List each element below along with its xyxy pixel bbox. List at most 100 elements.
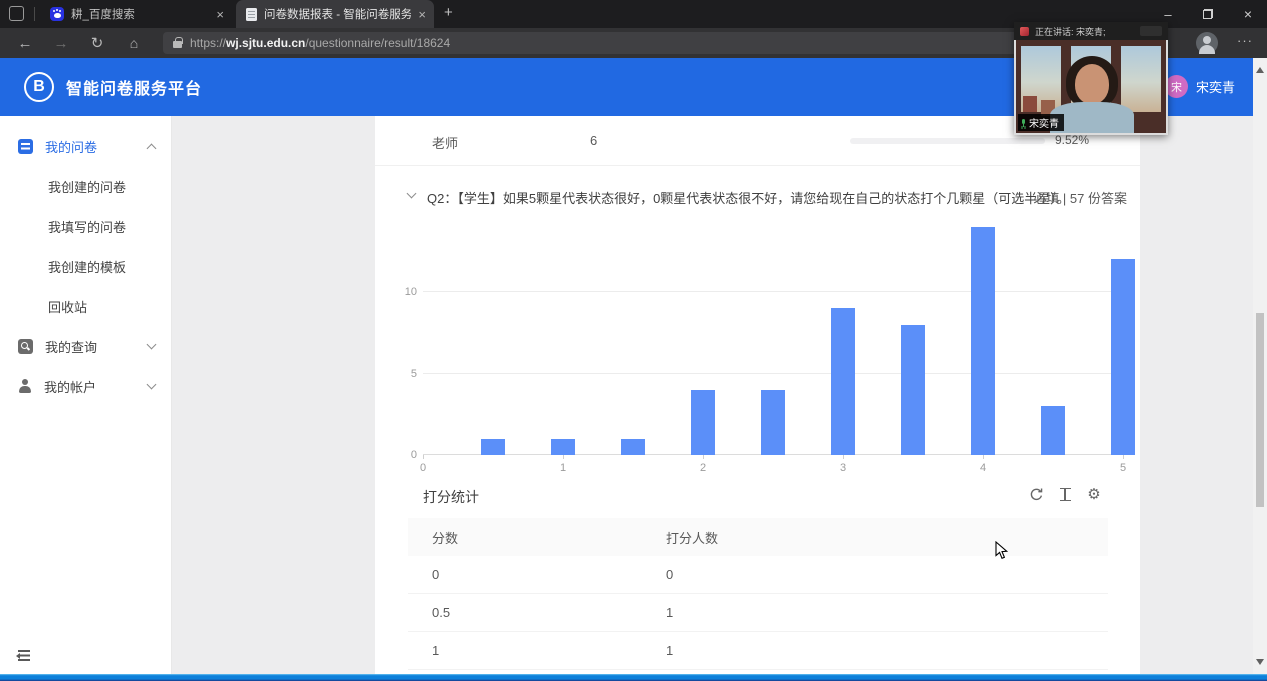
cell-score: 0	[408, 567, 666, 582]
chart-bar	[1041, 406, 1065, 455]
platform-logo-icon: B	[24, 72, 54, 102]
x-axis-label: 1	[560, 462, 566, 474]
home-icon[interactable]: ⌂	[119, 28, 149, 58]
forward-icon[interactable]: →	[46, 28, 76, 58]
form-icon	[18, 139, 33, 154]
tab-baidu-search[interactable]: 耕_百度搜索 ×	[40, 0, 232, 28]
browser-menu-icon[interactable]: ···	[1237, 33, 1253, 48]
sidebar-subitem[interactable]: 回收站	[0, 286, 171, 326]
sidebar-subitem[interactable]: 我填写的问卷	[0, 206, 171, 246]
row-label: 老师	[432, 133, 458, 152]
speaker-name-tag: 宋奕青	[1018, 114, 1064, 131]
cell-score: 1	[408, 643, 666, 658]
collapse-chevron-icon[interactable]	[407, 189, 417, 199]
mouse-cursor	[995, 541, 1008, 565]
url-text: https://wj.sjtu.edu.cn/questionnaire/res…	[190, 36, 450, 50]
back-icon[interactable]: ←	[10, 28, 40, 58]
question-header[interactable]: Q2：【学生】如果5颗星代表状态很好，0颗星代表状态很不好，请您给现在自己的状态…	[375, 180, 1140, 214]
user-icon	[18, 379, 32, 393]
window-pane	[1021, 46, 1061, 112]
chart-bar	[481, 439, 505, 455]
chevron-down-icon	[147, 380, 157, 390]
meeting-watermark	[1140, 26, 1162, 36]
chevron-up-icon	[147, 143, 157, 153]
tab-questionnaire-report[interactable]: 问卷数据报表 - 智能问卷服务平台 ×	[236, 0, 434, 28]
sidebar-item[interactable]: 我的帐户	[0, 366, 171, 406]
x-axis-label: 0	[420, 462, 426, 474]
x-axis-tick	[843, 455, 844, 459]
window-close-button[interactable]: ×	[1228, 0, 1267, 28]
chart-bar	[1111, 259, 1135, 455]
chart-bar	[831, 308, 855, 455]
meeting-overlay-titlebar[interactable]: 正在讲话: 宋奕青;	[1014, 22, 1168, 40]
table-density-icon[interactable]	[1056, 485, 1074, 503]
sidebar-item[interactable]: 我的问卷	[0, 126, 171, 166]
table-row[interactable]: 0.51	[408, 594, 1108, 632]
gridline	[423, 291, 1123, 292]
user-avatar: 宋	[1165, 75, 1188, 98]
x-axis-tick	[703, 455, 704, 459]
sidebar-item[interactable]: 我的查询	[0, 326, 171, 366]
x-axis-label: 2	[700, 462, 706, 474]
chart-bar	[621, 439, 645, 455]
sidebar-subitem[interactable]: 我创建的问卷	[0, 166, 171, 206]
chart-bar	[901, 325, 925, 455]
scrollbar-down-arrow-icon[interactable]	[1256, 659, 1264, 669]
tab-actions-icon[interactable]	[9, 6, 24, 21]
sidebar-collapse-icon[interactable]	[14, 649, 30, 662]
speaker-name: 宋奕青	[1029, 115, 1059, 130]
refresh-icon[interactable]: ↻	[82, 28, 112, 58]
row-percent: 9.52%	[1055, 133, 1089, 147]
cell-count: 1	[666, 643, 1108, 658]
scrollbar-up-arrow-icon[interactable]	[1256, 63, 1264, 73]
webcam-video: 宋奕青	[1014, 40, 1168, 135]
x-axis-tick	[423, 455, 424, 459]
y-axis-label: 0	[381, 449, 417, 461]
new-tab-button[interactable]: +	[444, 4, 453, 21]
sidebar-subitem[interactable]: 我创建的模板	[0, 246, 171, 286]
tab-title: 耕_百度搜索	[71, 6, 209, 22]
row-count: 6	[590, 133, 597, 148]
browser-profile-avatar[interactable]	[1196, 32, 1218, 54]
chevron-down-icon	[147, 340, 157, 350]
results-card: 老师 6 9.52% Q2：【学生】如果5颗星代表状态很好，0颗星代表状态很不好…	[375, 116, 1140, 674]
table-refresh-icon[interactable]	[1027, 485, 1045, 503]
tab-close-icon[interactable]: ×	[418, 8, 426, 21]
chart-bar	[971, 227, 995, 455]
address-bar[interactable]: https://wj.sjtu.edu.cn/questionnaire/res…	[163, 32, 1130, 54]
tab-separator	[34, 7, 35, 21]
microphone-icon	[1021, 119, 1026, 127]
sidebar-item-label: 我的帐户	[44, 377, 148, 396]
x-axis-tick	[983, 455, 984, 459]
window-pane	[1121, 46, 1161, 112]
y-axis-label: 10	[381, 286, 417, 298]
meeting-video-overlay[interactable]: 正在讲话: 宋奕青; 宋奕青	[1014, 22, 1168, 135]
person-face	[1075, 64, 1109, 104]
table-row[interactable]: 11	[408, 632, 1108, 670]
tab-close-icon[interactable]: ×	[216, 8, 224, 21]
chart-plot: 0510012345	[423, 225, 1123, 455]
x-axis-tick	[1123, 455, 1124, 459]
stats-header: 打分统计 ⚙	[375, 481, 1140, 511]
rating-chart: 0510012345	[375, 215, 1140, 475]
user-chip[interactable]: 宋 宋奕青	[1165, 75, 1235, 98]
scrollbar-thumb[interactable]	[1256, 313, 1264, 507]
screen: 耕_百度搜索 × 问卷数据报表 - 智能问卷服务平台 × + – × ← → ↻…	[0, 0, 1267, 681]
chart-bar	[761, 390, 785, 455]
x-axis-label: 3	[840, 462, 846, 474]
platform-title: 智能问卷服务平台	[66, 75, 202, 99]
window-restore-button[interactable]	[1188, 0, 1228, 28]
sidebar-item-label: 我的查询	[45, 337, 148, 356]
x-axis-label: 5	[1120, 462, 1126, 474]
lock-icon	[173, 41, 182, 48]
sidebar-item-label: 我的问卷	[45, 137, 148, 156]
chart-bar	[551, 439, 575, 455]
tab-title: 问卷数据报表 - 智能问卷服务平台	[264, 6, 411, 22]
page-scrollbar[interactable]	[1253, 58, 1267, 674]
gridline	[423, 373, 1123, 374]
column-header: 打分人数	[666, 528, 1108, 547]
table-settings-gear-icon[interactable]: ⚙	[1085, 485, 1103, 503]
question-meta: 必填 | 57 份答案	[1033, 188, 1127, 207]
search-icon	[18, 339, 33, 354]
restore-icon	[1203, 9, 1213, 19]
